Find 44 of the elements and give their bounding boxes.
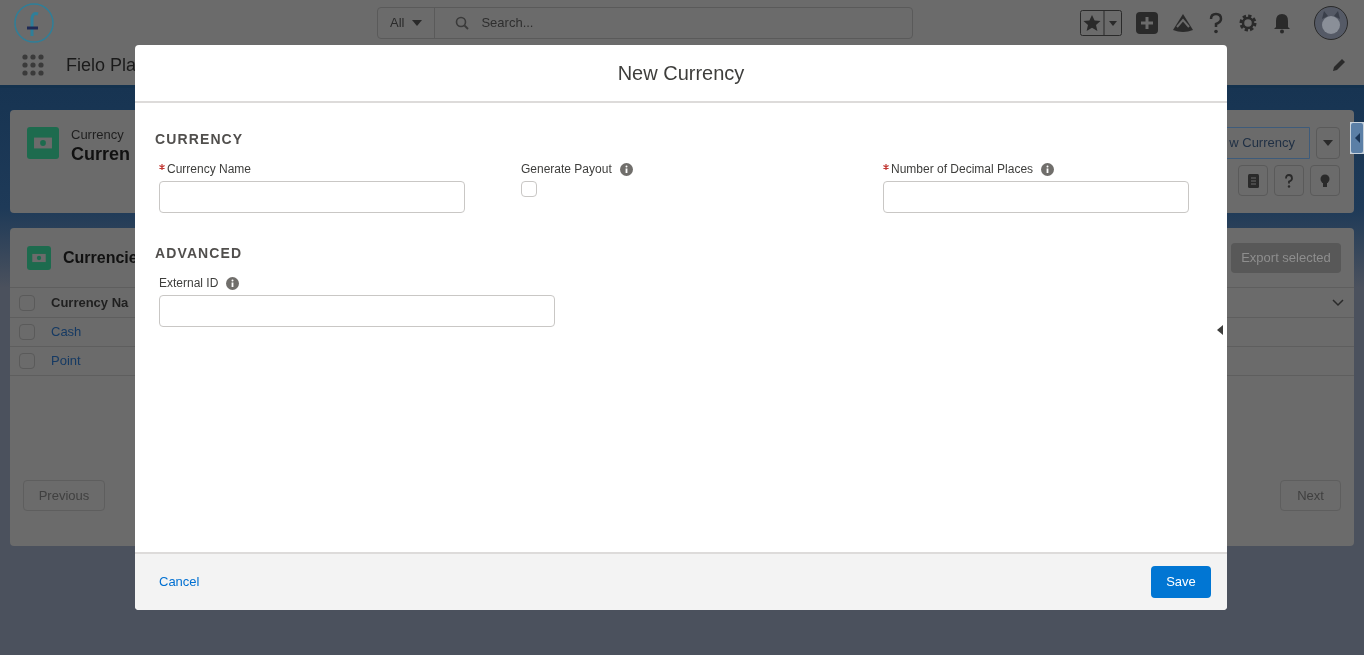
app-name: Fielo Pla [66, 53, 137, 77]
text-field[interactable] [883, 181, 1189, 213]
caret-icon [1323, 140, 1333, 146]
record-link[interactable]: Cash [51, 322, 82, 342]
record-title: Curren [71, 143, 130, 166]
chevron-down-icon[interactable] [1332, 298, 1344, 307]
text-field[interactable] [159, 181, 465, 213]
help-icon [1284, 173, 1294, 188]
help-icon[interactable] [1208, 11, 1224, 34]
avatar-icon[interactable] [1314, 5, 1348, 40]
list-title: Currencie [63, 247, 138, 268]
section-heading: ADVANCED [155, 244, 244, 263]
field-label: External ID [159, 275, 219, 292]
cancel-link[interactable]: Cancel [159, 572, 200, 592]
tips-button[interactable] [1310, 165, 1340, 196]
money-icon [27, 127, 59, 159]
info-icon[interactable] [619, 162, 633, 176]
money-icon [27, 245, 51, 270]
add-icon[interactable] [1136, 11, 1158, 34]
more-actions-button[interactable] [1316, 127, 1340, 159]
settings-icon[interactable] [1238, 12, 1258, 33]
lightbulb-icon [1320, 173, 1330, 188]
help-button[interactable] [1274, 165, 1304, 196]
info-icon[interactable] [1041, 162, 1055, 176]
text-field[interactable] [159, 295, 555, 327]
favorites-button[interactable] [1080, 9, 1122, 36]
save-button[interactable]: Save [1151, 566, 1211, 598]
edit-icon[interactable] [1332, 58, 1346, 72]
field-label: Number of Decimal Places [891, 161, 1034, 178]
notebook-icon [1247, 173, 1259, 188]
section-heading: CURRENCY [155, 130, 245, 149]
field-label: Currency Name [167, 161, 252, 178]
collapse-arrow-icon[interactable] [1217, 325, 1223, 335]
notifications-icon[interactable] [1272, 11, 1292, 34]
mountain-icon[interactable] [1172, 12, 1194, 33]
utility-panel-tab[interactable] [1350, 122, 1364, 154]
notebook-button[interactable] [1238, 165, 1268, 196]
app-launcher-icon[interactable] [22, 54, 44, 76]
object-label: Currency [71, 127, 125, 144]
info-icon[interactable] [226, 276, 240, 290]
column-header: Currency Na [51, 293, 129, 312]
modal-title: New Currency [617, 61, 745, 86]
record-link[interactable]: Point [51, 351, 81, 371]
field-label: Generate Payout [521, 161, 612, 178]
